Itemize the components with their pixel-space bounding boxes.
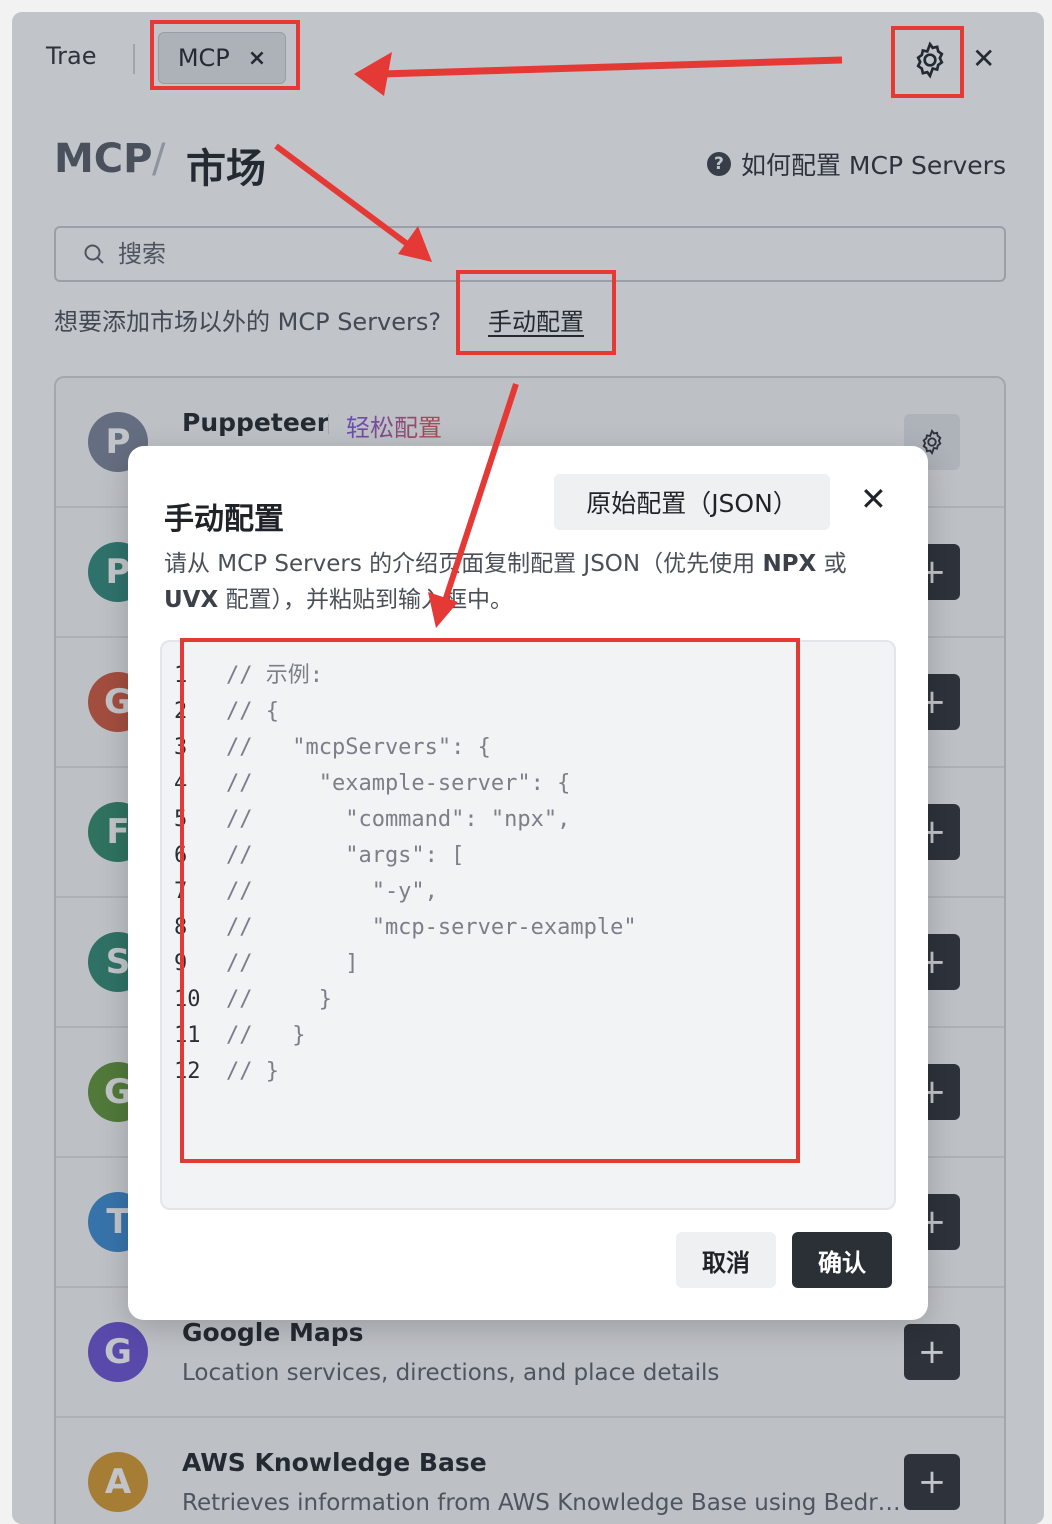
annotation-arrows bbox=[274, 52, 843, 628]
